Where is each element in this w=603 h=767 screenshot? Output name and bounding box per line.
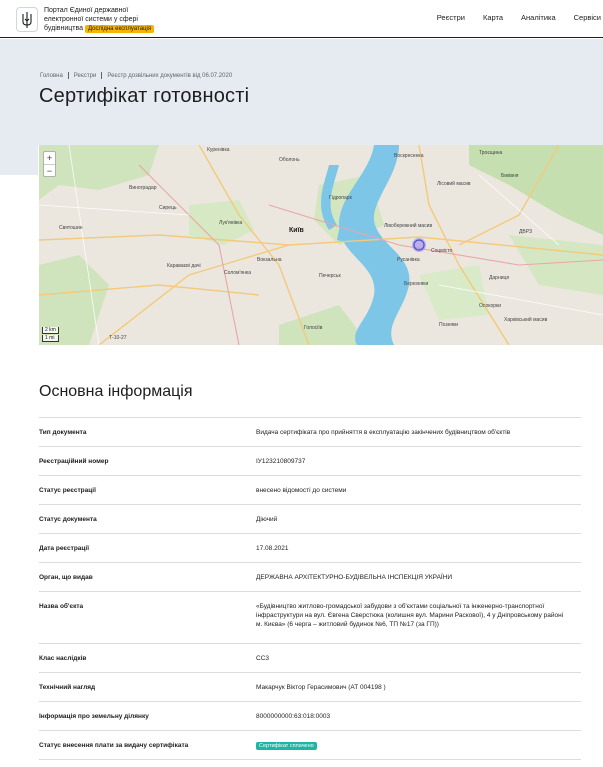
info-key: Орган, що видав [39, 574, 93, 581]
brand-line: будівництва [44, 25, 84, 32]
info-key: Дата реєстрації [39, 545, 90, 552]
map-label: Київ [289, 227, 304, 234]
breadcrumb-current[interactable]: Реєстр дозвільних документів від 06.07.2… [107, 73, 232, 79]
info-row: Статус реєстрації внесено відомості до с… [39, 476, 581, 505]
breadcrumb-home[interactable]: Головна [40, 73, 63, 79]
breadcrumb: Головна Реєстри Реєстр дозвільних докуме… [40, 72, 232, 79]
info-value: ДЕРЖАВНА АРХІТЕКТУРНО-БУДІВЕЛЬНА ІНСПЕКЦ… [256, 574, 453, 581]
trident-logo-icon[interactable] [16, 7, 38, 32]
map-label: Куренівка [207, 147, 230, 153]
map-label: Оболонь [279, 157, 300, 163]
location-map[interactable]: + − Київ Куренівка Оболонь Виноградар Си… [39, 145, 603, 345]
info-value: Діючий [256, 516, 278, 523]
nav-map[interactable]: Карта [483, 13, 503, 22]
nav-analytics[interactable]: Аналітика [521, 13, 556, 22]
map-label: Русанівка [397, 257, 420, 263]
info-row: Дата реєстрації 17.08.2021 [39, 534, 581, 563]
map-label: Виноградар [129, 185, 157, 191]
zoom-out-button[interactable]: − [44, 164, 55, 176]
map-label: Лук'янівка [219, 220, 243, 226]
info-value: 8000000000:63:018:0003 [256, 713, 331, 720]
map-label: Голосіїв [304, 325, 323, 331]
info-value: «Будівництво житлово-громадської забудов… [256, 603, 564, 628]
info-value: внесено відомості до системи [256, 487, 347, 494]
map-label: Осокорки [479, 303, 502, 309]
map-label: Березняки [404, 281, 429, 287]
site-header: Портал Єдиної державної електронної сист… [0, 0, 603, 38]
map-label: Солом'янка [224, 270, 251, 276]
info-value: ІУ123210809737 [256, 458, 306, 465]
info-value: СС3 [256, 655, 270, 662]
hero-band [0, 145, 38, 175]
info-key: Технічний нагляд [39, 684, 96, 691]
map-label: Печерськ [319, 273, 341, 279]
map-label: Вокзальна [257, 257, 282, 263]
info-table: Тип документа Видача сертифіката про при… [39, 417, 581, 760]
map-zoom-control: + − [43, 151, 56, 177]
map-label: Воскресенка [394, 153, 424, 159]
section-title: Основна інформація [39, 383, 193, 400]
map-label: Троєщина [479, 150, 503, 156]
info-row: Технічний нагляд Макарчук Віктор Герасим… [39, 673, 581, 702]
info-key: Статус документа [39, 516, 97, 523]
info-row: Орган, що видав ДЕРЖАВНА АРХІТЕКТУРНО-БУ… [39, 563, 581, 592]
map-label: Соцмісто [431, 248, 453, 254]
map-label: Лісовий масив [437, 181, 471, 187]
map-label: Гідропарк [329, 195, 352, 201]
info-row: Інформація про земельну ділянку 80000000… [39, 702, 581, 731]
info-key: Клас наслідків [39, 655, 87, 662]
info-row: Назва об'єкта «Будівництво житлово-грома… [39, 592, 581, 644]
map-label: Харківський масив [504, 317, 548, 323]
brand-line: електронної системи у сфері [44, 16, 138, 23]
map-scale: 2 km 1 mi [42, 326, 59, 342]
info-row: Статус документа Діючий [39, 505, 581, 534]
breadcrumb-registries[interactable]: Реєстри [74, 73, 97, 79]
zoom-in-button[interactable]: + [44, 152, 55, 164]
map-label: Караваєві дачі [167, 263, 201, 269]
map-label: Святошин [59, 225, 83, 231]
scale-km: 2 km [42, 327, 59, 334]
info-row: Тип документа Видача сертифіката про при… [39, 418, 581, 447]
info-key: Статус внесення плати за видачу сертифік… [39, 742, 189, 749]
map-label: Т-10-27 [109, 335, 127, 341]
map-label: Лівобережний масив [384, 223, 433, 229]
map-label: Позняки [439, 322, 459, 328]
page-title: Сертифікат готовності [39, 85, 250, 107]
payment-status-badge: Сертифікат сплачено [256, 742, 317, 750]
breadcrumb-separator [67, 72, 69, 79]
map-label: Биківня [501, 173, 519, 179]
nav-services[interactable]: Сервіси [574, 13, 601, 22]
info-key: Назва об'єкта [39, 603, 84, 610]
map-label: Сирець [159, 205, 177, 211]
info-row: Клас наслідків СС3 [39, 644, 581, 673]
info-key: Статус реєстрації [39, 487, 96, 494]
brand-title[interactable]: Портал Єдиної державної електронної сист… [44, 6, 184, 33]
map-label: ДВРЗ [519, 229, 532, 235]
info-key: Інформація про земельну ділянку [39, 713, 149, 720]
scale-mi: 1 mi [42, 335, 59, 342]
info-row: Реєстраційний номер ІУ123210809737 [39, 447, 581, 476]
beta-badge: Дослідна експлуатація [85, 25, 155, 33]
brand-line: Портал Єдиної державної [44, 7, 129, 14]
map-label: Дарниця [489, 275, 510, 281]
info-key: Реєстраційний номер [39, 458, 109, 465]
nav-registries[interactable]: Реєстри [437, 13, 465, 22]
main-nav: Реєстри Карта Аналітика Сервіси [419, 13, 601, 22]
breadcrumb-separator [101, 72, 103, 79]
info-row: Статус внесення плати за видачу сертифік… [39, 731, 581, 760]
info-value: 17.08.2021 [256, 545, 289, 552]
info-key: Тип документа [39, 429, 87, 436]
info-value: Макарчук Віктор Герасимович (АТ 004198 ) [256, 684, 386, 691]
info-value: Видача сертифіката про прийняття в експл… [256, 429, 511, 436]
